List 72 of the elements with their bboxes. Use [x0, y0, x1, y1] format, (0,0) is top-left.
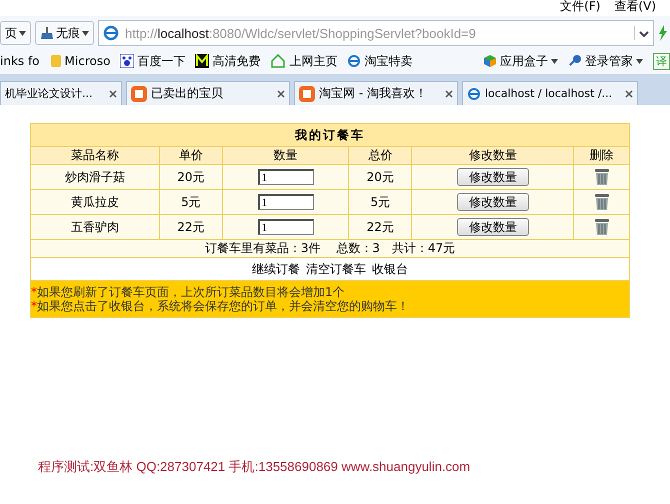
update-button[interactable]: 修改数量 — [456, 218, 529, 236]
trash-icon[interactable] — [594, 168, 609, 186]
caret-icon — [82, 30, 89, 36]
update-button[interactable]: 修改数量 — [456, 193, 529, 211]
close-icon[interactable] — [625, 90, 633, 98]
browser-tab[interactable]: 已卖出的宝贝 — [126, 81, 290, 105]
privacy-button[interactable]: 无痕 — [35, 21, 94, 45]
bookmark-item[interactable]: 上网主页 — [270, 52, 338, 70]
browser-icon — [467, 86, 481, 100]
update-button[interactable]: 修改数量 — [456, 168, 529, 186]
quantity-field[interactable]: 1 — [258, 219, 314, 235]
column-header: 删除 — [574, 146, 630, 164]
letter-m-icon — [195, 54, 210, 68]
bookmark-item[interactable]: 应用盒子 — [483, 52, 558, 70]
caret-icon — [551, 58, 558, 64]
table-cell: 5元 — [160, 190, 222, 214]
column-header: 单价 — [160, 146, 222, 164]
quantity-field[interactable]: 1 — [258, 169, 314, 185]
dish-name: 炒肉滑子菇 — [30, 164, 160, 190]
bookmark-item[interactable]: inks fo — [0, 54, 40, 68]
footer-credit: 程序测试:双鱼林 QQ:287307421 手机:13558690869 www.shuangyulin.com — [38, 458, 472, 476]
paw-icon — [120, 54, 134, 68]
chevron-icon[interactable] — [639, 31, 649, 37]
key-icon — [568, 54, 582, 68]
address-field[interactable]: http://localhost:8080/Wldc/servlet/ShoppingServlet?bookId=9 — [98, 20, 654, 46]
column-header: 修改数量 — [412, 146, 574, 164]
dish-name: 黄瓜拉皮 — [30, 190, 160, 214]
table-cell: 22元 — [348, 214, 412, 240]
bookmark-item[interactable]: 登录管家 — [568, 52, 643, 70]
shop-logo-icon — [299, 86, 315, 102]
bookmark-item[interactable]: 淘宝特卖 — [347, 52, 412, 70]
browser-tab[interactable]: 淘宝网 - 淘我喜欢！ — [294, 81, 458, 105]
quantity-field[interactable]: 1 — [258, 194, 314, 210]
close-icon[interactable] — [109, 90, 117, 98]
translate-button[interactable]: 译 — [653, 52, 670, 70]
bookmark-item[interactable]: 百度一下 — [120, 52, 186, 70]
cart-title: 我的订餐车 — [30, 124, 630, 146]
dish-name: 五香驴肉 — [30, 214, 160, 240]
table-cell: 5元 — [348, 190, 412, 214]
column-header: 菜品名称 — [30, 146, 160, 164]
column-header: 数量 — [222, 146, 349, 164]
close-icon[interactable] — [277, 90, 285, 98]
lightning-icon — [658, 25, 668, 41]
notice-text: *如果您刷新了订餐车页面，上次所订菜品数目将会增加1个 — [31, 285, 346, 299]
browser-tab[interactable]: 机毕业论文设计... — [0, 81, 122, 105]
cart-link[interactable]: 继续订餐 — [252, 262, 300, 276]
cart-link[interactable]: 收银台 — [372, 262, 408, 276]
shop-logo-icon — [131, 86, 147, 102]
menu-item[interactable]: 文件(F) — [560, 0, 600, 16]
cube-icon — [483, 54, 497, 68]
table-cell: 20元 — [160, 164, 222, 190]
cart-summary: 订餐车里有菜品：3件 总数：3 共计：47元 — [30, 240, 630, 258]
trash-icon[interactable] — [594, 193, 609, 211]
menu-item[interactable]: 查看(V) — [614, 0, 656, 16]
column-header: 总价 — [348, 146, 412, 164]
cart-link[interactable]: 清空订餐车 — [306, 262, 366, 276]
caret-icon — [636, 58, 643, 64]
folder-icon — [50, 54, 62, 68]
browser-tab[interactable]: localhost / localhost /... — [462, 81, 638, 105]
table-cell: 22元 — [160, 214, 222, 240]
trash-icon[interactable] — [594, 218, 609, 236]
home-button[interactable]: 页 — [0, 21, 31, 45]
broom-icon — [40, 26, 54, 40]
bookmark-item[interactable]: Microso — [50, 54, 110, 68]
table-cell: 20元 — [348, 164, 412, 190]
browser-icon — [103, 25, 119, 41]
caret-icon — [19, 30, 26, 36]
bookmark-item[interactable]: 高清免费 — [195, 52, 260, 70]
notice-text: *如果您点击了收银台，系统将会保存您的订单，并会清空您的购物车！ — [31, 299, 410, 313]
close-icon[interactable] — [445, 90, 453, 98]
browser-icon — [347, 54, 362, 68]
house-icon — [270, 54, 286, 68]
